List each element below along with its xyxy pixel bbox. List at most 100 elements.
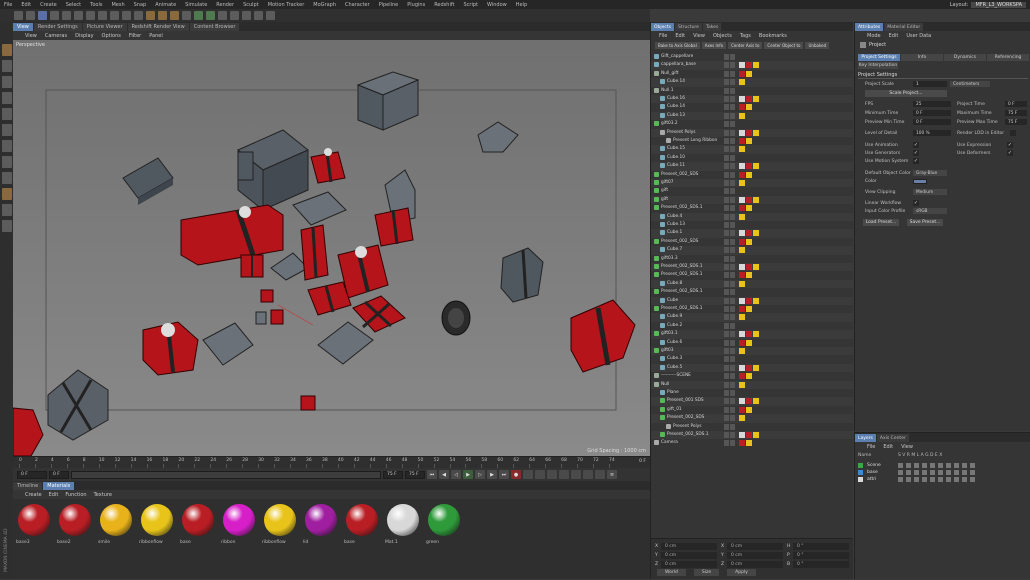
object-tags[interactable] bbox=[739, 306, 752, 312]
enable-icon[interactable] bbox=[730, 112, 735, 119]
visibility-icon[interactable] bbox=[724, 356, 729, 363]
attribute-menu-mode[interactable]: Mode bbox=[867, 33, 881, 39]
tag-icon[interactable] bbox=[746, 205, 752, 212]
visibility-icon[interactable] bbox=[724, 348, 729, 354]
object-row[interactable]: Cube.4 bbox=[651, 212, 853, 221]
tag-icon[interactable] bbox=[739, 432, 745, 438]
z-axis-icon[interactable] bbox=[122, 11, 131, 20]
scale-key-icon[interactable] bbox=[559, 470, 569, 479]
object-menu-edit[interactable]: Edit bbox=[675, 33, 685, 39]
use-animation-checkbox[interactable]: ✓ bbox=[913, 142, 919, 148]
layer-toggle-icon[interactable] bbox=[906, 463, 911, 468]
tag-icon[interactable] bbox=[753, 62, 759, 69]
enable-icon[interactable] bbox=[730, 247, 735, 254]
render-picture-viewer-icon[interactable] bbox=[158, 11, 167, 20]
tab-structure[interactable]: Structure bbox=[675, 23, 702, 31]
object-row[interactable]: Present_001 SDS bbox=[651, 397, 853, 406]
model-mode-icon[interactable] bbox=[1, 60, 12, 72]
visibility-icon[interactable] bbox=[724, 54, 729, 60]
object-visibility-toggles[interactable] bbox=[724, 314, 735, 321]
object-tags[interactable] bbox=[739, 79, 745, 86]
current-frame-field[interactable]: 0 F bbox=[17, 470, 47, 479]
menu-item-plugins[interactable]: Plugins bbox=[407, 2, 425, 8]
object-visibility-toggles[interactable] bbox=[724, 188, 735, 195]
tag-icon[interactable] bbox=[739, 306, 745, 312]
enable-icon[interactable] bbox=[730, 54, 735, 60]
enable-icon[interactable] bbox=[730, 62, 735, 69]
preview-end-field[interactable]: 75 F bbox=[405, 470, 425, 479]
redo-icon[interactable] bbox=[26, 11, 35, 20]
object-row[interactable]: Cube bbox=[651, 296, 853, 305]
tag-icon[interactable] bbox=[753, 364, 759, 371]
min-time-field[interactable]: 0 F bbox=[913, 110, 951, 116]
tag-icon[interactable] bbox=[753, 398, 759, 405]
object-visibility-toggles[interactable] bbox=[724, 222, 735, 228]
visibility-icon[interactable] bbox=[724, 297, 729, 304]
object-menu-view[interactable]: View bbox=[693, 33, 705, 39]
visibility-icon[interactable] bbox=[724, 289, 729, 296]
viewport-menu-panel[interactable]: Panel bbox=[149, 33, 163, 39]
object-visibility-toggles[interactable] bbox=[724, 289, 735, 296]
lod-field[interactable]: 100 % bbox=[913, 130, 951, 136]
enable-icon[interactable] bbox=[730, 423, 735, 430]
live-selection-icon[interactable] bbox=[38, 11, 47, 20]
object-row[interactable]: Cube.13 bbox=[651, 111, 853, 121]
object-visibility-toggles[interactable] bbox=[724, 129, 735, 136]
tag-icon[interactable] bbox=[746, 129, 752, 136]
tag-icon[interactable] bbox=[739, 180, 745, 186]
tag-icon[interactable] bbox=[746, 272, 752, 279]
object-visibility-toggles[interactable] bbox=[724, 104, 735, 111]
layer-menu-edit[interactable]: Edit bbox=[883, 444, 893, 450]
object-row[interactable]: gift_01 bbox=[651, 406, 853, 414]
coordinate-field[interactable]: 0 ° bbox=[793, 552, 849, 559]
material-swatch[interactable]: base bbox=[343, 502, 381, 547]
project-scale-field[interactable]: 1 bbox=[913, 81, 947, 87]
object-menu-file[interactable]: File bbox=[659, 33, 667, 39]
tweak-icon[interactable] bbox=[1, 172, 12, 184]
layer-color-icon[interactable] bbox=[858, 477, 863, 482]
material-menu-create[interactable]: Create bbox=[25, 492, 42, 498]
tag-icon[interactable] bbox=[739, 213, 745, 220]
project-scale-unit-select[interactable]: Centimeters bbox=[950, 81, 990, 87]
load-preset-button[interactable]: Load Preset... bbox=[863, 219, 899, 226]
tag-icon[interactable] bbox=[753, 96, 759, 102]
scale-icon[interactable] bbox=[62, 11, 71, 20]
enable-icon[interactable] bbox=[730, 180, 735, 186]
object-row[interactable]: Present Polys bbox=[651, 423, 853, 431]
viewport-menu-display[interactable]: Display bbox=[75, 33, 93, 39]
tab-timeline[interactable]: Timeline bbox=[13, 482, 43, 490]
object-visibility-toggles[interactable] bbox=[724, 423, 735, 430]
tag-icon[interactable] bbox=[746, 230, 752, 237]
object-tags[interactable] bbox=[739, 129, 759, 136]
object-tags[interactable] bbox=[739, 238, 752, 245]
material-preview-ball[interactable] bbox=[223, 504, 255, 536]
tag-icon[interactable] bbox=[746, 306, 752, 312]
object-row[interactable]: Gift_cappellare bbox=[651, 53, 853, 61]
tag-icon[interactable] bbox=[746, 440, 752, 447]
scale-project-button[interactable]: Scale Project... bbox=[865, 90, 947, 97]
visibility-icon[interactable] bbox=[724, 381, 729, 388]
light-icon[interactable] bbox=[266, 11, 275, 20]
render-lod-checkbox[interactable] bbox=[1010, 130, 1016, 136]
menu-item-pipeline[interactable]: Pipeline bbox=[379, 2, 399, 8]
visibility-icon[interactable] bbox=[724, 163, 729, 170]
visibility-icon[interactable] bbox=[724, 423, 729, 430]
layer-toggle-icon[interactable] bbox=[970, 463, 975, 468]
visibility-icon[interactable] bbox=[724, 314, 729, 321]
tag-icon[interactable] bbox=[746, 138, 752, 144]
tag-icon[interactable] bbox=[739, 297, 745, 304]
object-row[interactable]: Cube.11 bbox=[651, 162, 853, 171]
enable-icon[interactable] bbox=[730, 138, 735, 144]
tag-icon[interactable] bbox=[739, 62, 745, 69]
tag-icon[interactable] bbox=[753, 432, 759, 438]
layer-row[interactable]: base bbox=[858, 469, 1028, 476]
enable-icon[interactable] bbox=[730, 205, 735, 212]
move-icon[interactable] bbox=[50, 11, 59, 20]
object-visibility-toggles[interactable] bbox=[724, 390, 735, 396]
object-row[interactable]: Cube.5 bbox=[651, 363, 853, 373]
object-tags[interactable] bbox=[739, 406, 752, 413]
workplane-lock-icon[interactable] bbox=[1, 204, 12, 216]
polygons-mode-icon[interactable] bbox=[1, 140, 12, 152]
object-tags[interactable] bbox=[739, 62, 759, 69]
object-tags[interactable] bbox=[739, 364, 759, 371]
